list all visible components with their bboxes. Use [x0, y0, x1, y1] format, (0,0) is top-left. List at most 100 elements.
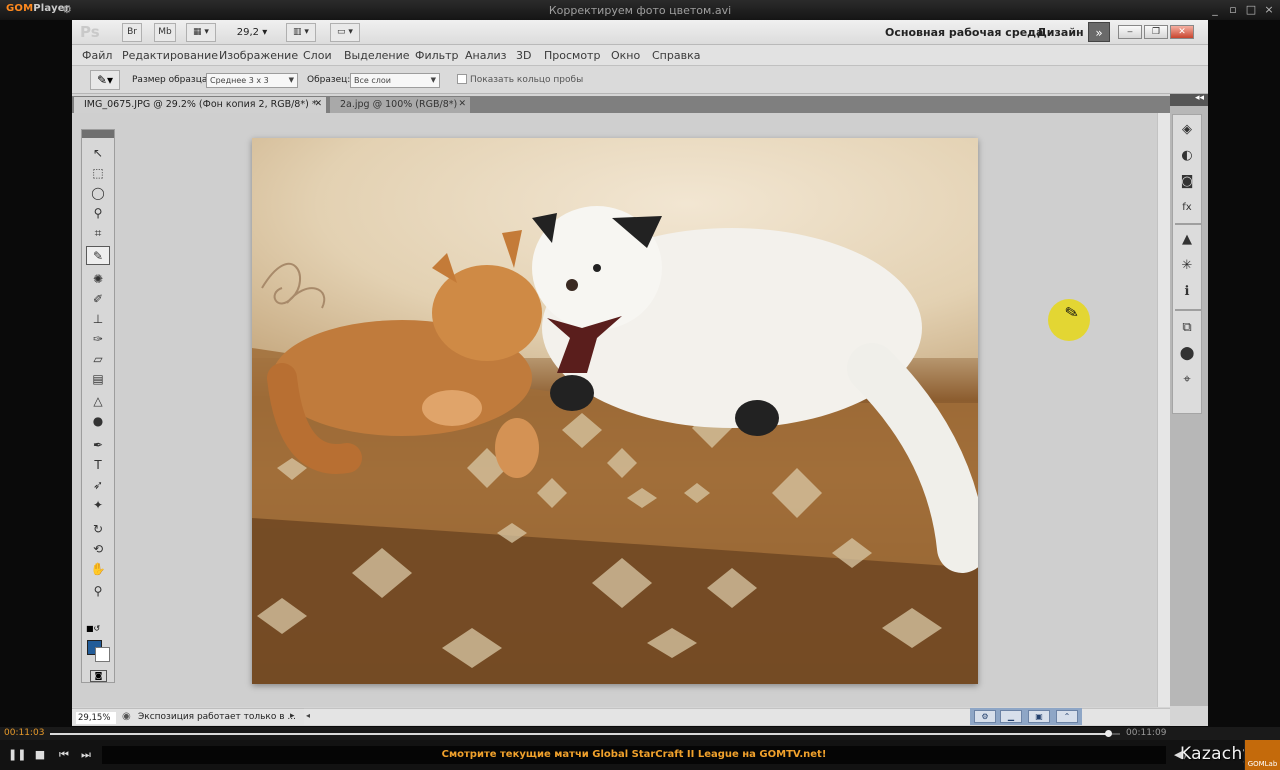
histogram-icon[interactable]: ▲: [1176, 229, 1198, 251]
default-colors-icon[interactable]: ■↺: [86, 624, 100, 633]
masks-icon[interactable]: ◙: [1176, 171, 1198, 193]
workspace-essentials[interactable]: Основная рабочая среда: [885, 26, 1043, 39]
ps-close-button[interactable]: ✕: [1170, 25, 1194, 39]
bridge-button[interactable]: Br: [122, 23, 142, 42]
ps-minimize-button[interactable]: ‒: [1118, 25, 1142, 39]
dodge-tool-icon[interactable]: ●: [86, 412, 110, 431]
close-icon[interactable]: ✕: [458, 97, 466, 112]
info-icon[interactable]: ℹ: [1176, 281, 1198, 303]
close-button[interactable]: ×: [1260, 2, 1278, 17]
move-tool-icon[interactable]: ↖: [86, 144, 110, 163]
swatches-icon[interactable]: ⧉: [1176, 317, 1198, 339]
restore-button[interactable]: ▫: [1224, 2, 1242, 17]
quick-selection-tool-icon[interactable]: ⚲: [86, 204, 110, 223]
collapse-icon[interactable]: ◂◂: [1195, 93, 1204, 103]
menu-image[interactable]: Изображение: [219, 49, 298, 62]
menu-window[interactable]: Окно: [611, 49, 640, 62]
clone-stamp-tool-icon[interactable]: ⊥: [86, 310, 110, 329]
zoom-tool-icon[interactable]: ⚲: [86, 582, 110, 601]
navigator-icon[interactable]: ✳: [1176, 255, 1198, 277]
zoom-status-field[interactable]: 29,15%: [76, 712, 116, 724]
zoom-level-combo[interactable]: 29,2 ▾: [228, 24, 276, 41]
crop-tool-icon[interactable]: ⌗: [86, 224, 110, 243]
dock-tool-4-icon[interactable]: ⌃: [1056, 710, 1078, 723]
dock-tool-3-icon[interactable]: ▣: [1028, 710, 1050, 723]
close-icon[interactable]: ✕: [314, 97, 322, 112]
menu-3d[interactable]: 3D: [516, 49, 531, 62]
seek-handle[interactable]: [1105, 730, 1113, 737]
layers-icon[interactable]: ◈: [1176, 119, 1198, 141]
ps-options-bar: ✎▾ Размер образца: Среднее 3 x 3 ▼ Образе…: [72, 66, 1208, 94]
stop-icon[interactable]: ■: [32, 748, 48, 762]
tab-2a[interactable]: 2a.jpg @ 100% (RGB/8*) ✕: [330, 97, 470, 113]
photoshop-logo: Ps: [80, 23, 100, 41]
type-tool-icon[interactable]: T: [86, 456, 110, 475]
menu-edit[interactable]: Редактирование: [122, 49, 218, 62]
3d-orbit-tool-icon[interactable]: ⟲: [86, 540, 110, 559]
previous-icon[interactable]: ⏮: [56, 748, 72, 762]
current-time: 00:11:03: [4, 728, 45, 738]
mini-bridge-button[interactable]: Mb: [154, 23, 176, 42]
ad-ticker[interactable]: Смотрите текущие матчи Global StarCraft …: [102, 746, 1166, 764]
ps-restore-button[interactable]: ❐: [1144, 25, 1168, 39]
video-frame[interactable]: Ps Br Mb ▦ ▾ 29,2 ▾ ▥ ▾ ▭ ▾ Основная раб…: [72, 20, 1208, 726]
menu-file[interactable]: Файл: [82, 49, 112, 62]
tool-preset-picker[interactable]: ✎▾: [90, 70, 120, 90]
adjustments-icon[interactable]: ◐: [1176, 145, 1198, 167]
eyedropper-tool-icon[interactable]: ✎: [86, 246, 110, 265]
menu-help[interactable]: Справка: [652, 49, 700, 62]
hand-tool-icon[interactable]: ✋: [86, 560, 110, 579]
screen-mode-button[interactable]: ▭ ▾: [330, 23, 360, 42]
minimize-button[interactable]: _: [1206, 2, 1224, 17]
show-sampling-ring-checkbox[interactable]: [457, 74, 467, 84]
dock-icon-strip: ◈ ◐ ◙ fx ▲ ✳ ℹ ⧉ ⬤ ⌖: [1172, 114, 1202, 414]
dock-header[interactable]: ◂◂: [1170, 93, 1208, 106]
maximize-button[interactable]: □: [1242, 2, 1260, 17]
menu-view[interactable]: Просмотр: [544, 49, 600, 62]
view-extras-button[interactable]: ▦ ▾: [186, 23, 216, 42]
quick-mask-icon[interactable]: ◙: [90, 670, 107, 682]
menu-analysis[interactable]: Анализ: [465, 49, 507, 62]
status-menu-arrow-icon[interactable]: ▸: [290, 711, 295, 721]
transform-icon[interactable]: ⌖: [1176, 369, 1198, 391]
scroll-left-icon[interactable]: ◂: [306, 711, 310, 720]
3d-rotate-tool-icon[interactable]: ↻: [86, 520, 110, 539]
brush-tool-icon[interactable]: ✐: [86, 290, 110, 309]
dock-tool-1-icon[interactable]: ⚙: [974, 710, 996, 723]
show-sampling-ring-label: Показать кольцо пробы: [470, 75, 584, 85]
menu-select[interactable]: Выделение: [344, 49, 410, 62]
dock-tool-2-icon[interactable]: ▁: [1000, 710, 1022, 723]
eraser-tool-icon[interactable]: ▱: [86, 350, 110, 369]
menu-layers[interactable]: Слои: [303, 49, 332, 62]
path-selection-tool-icon[interactable]: ➶: [86, 476, 110, 495]
workspace-design[interactable]: Дизайн: [1037, 26, 1084, 39]
arrange-documents-button[interactable]: ▥ ▾: [286, 23, 316, 42]
background-color-swatch[interactable]: [95, 647, 110, 662]
status-info-icon[interactable]: ◉: [122, 711, 131, 722]
photo-scene: [252, 206, 978, 684]
sample-size-select[interactable]: Среднее 3 x 3 ▼: [206, 73, 298, 88]
gradient-tool-icon[interactable]: ▤: [86, 370, 110, 389]
tab-img-0675[interactable]: IMG_0675.JPG @ 29.2% (Фон копия 2, RGB/8…: [74, 97, 326, 113]
shape-tool-icon[interactable]: ✦: [86, 496, 110, 515]
healing-brush-tool-icon[interactable]: ✺: [86, 270, 110, 289]
document-image[interactable]: [252, 138, 978, 684]
seek-bar[interactable]: 00:11:03 00:11:09: [0, 727, 1280, 740]
3d-icon[interactable]: ⬤: [1176, 343, 1198, 365]
pen-tool-icon[interactable]: ✒: [86, 436, 110, 455]
sample-select[interactable]: Все слои ▼: [350, 73, 440, 88]
ps-status-bar: 29,15% ◉ Экспозиция работает только в ..…: [72, 708, 304, 725]
gomlab-button[interactable]: GOMLab: [1244, 740, 1280, 770]
menu-filter[interactable]: Фильтр: [415, 49, 459, 62]
lasso-tool-icon[interactable]: ◯: [86, 184, 110, 203]
ps-application-bar: Ps Br Mb ▦ ▾ 29,2 ▾ ▥ ▾ ▭ ▾ Основная раб…: [72, 20, 1208, 45]
marquee-tool-icon[interactable]: ⬚: [86, 164, 110, 183]
pause-icon[interactable]: ❚❚: [8, 748, 26, 762]
tools-panel-header[interactable]: [82, 130, 114, 138]
vertical-scrollbar[interactable]: [1157, 113, 1170, 707]
blur-tool-icon[interactable]: △: [86, 392, 110, 411]
more-workspaces-button[interactable]: »: [1088, 22, 1110, 42]
fx-icon[interactable]: fx: [1176, 197, 1198, 219]
history-brush-tool-icon[interactable]: ✑: [86, 330, 110, 349]
next-icon[interactable]: ⏭: [78, 748, 94, 762]
